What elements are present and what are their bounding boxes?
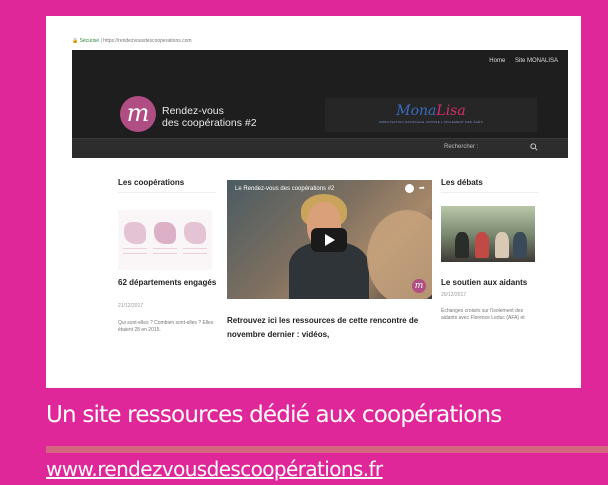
map-caption: [153, 248, 177, 254]
site-logo[interactable]: m: [120, 96, 156, 132]
site-header: Home Site MONALISA m Rendez-vous des coo…: [72, 50, 568, 158]
debate-photo[interactable]: [441, 206, 535, 262]
browser-url-bar[interactable]: 🔒 Sécurisé | https://rendezvousdescooper…: [72, 38, 192, 44]
person-figure: [475, 232, 489, 258]
person-figure: [455, 232, 469, 258]
section-heading-debats: Les débats: [441, 178, 483, 187]
map-caption: [183, 248, 207, 254]
search-icon[interactable]: [530, 143, 538, 151]
divider: [118, 192, 216, 193]
map-thumbnail: [124, 222, 146, 244]
video-title[interactable]: Le Rendez-vous des coopérations #2: [235, 186, 334, 192]
card-excerpt: Échanges croisés sur l'isolement des aid…: [441, 308, 525, 321]
card-date: 20/12/2017: [441, 292, 467, 298]
search-bar: Rechercher :: [72, 138, 568, 158]
divider: [441, 192, 539, 193]
intro-text: Retrouvez ici les ressources de cette re…: [227, 316, 419, 339]
headline: Un site ressources dédié aux coopération…: [46, 402, 502, 428]
person-figure: [495, 232, 509, 258]
card-title-departements[interactable]: 62 départements engagés: [118, 277, 218, 288]
share-icon[interactable]: ➦: [419, 185, 425, 192]
logo-watermark: m: [412, 279, 426, 293]
site-title-line2: des coopérations #2: [162, 117, 257, 129]
card-excerpt: Qui sont-elles ? Combien sont-elles ? El…: [118, 320, 214, 333]
search-label[interactable]: Rechercher :: [444, 144, 478, 150]
divider-bar: [46, 446, 608, 453]
section-heading-cooperations: Les coopérations: [118, 178, 185, 187]
top-nav: Home Site MONALISA: [481, 58, 558, 64]
video-player[interactable]: Le Rendez-vous des coopérations #2 ➦ m: [227, 180, 432, 299]
card-date: 21/12/2017: [118, 303, 144, 309]
cooperation-maps-image[interactable]: [118, 210, 212, 270]
map-thumbnail: [154, 222, 176, 244]
url-text[interactable]: https://rendezvousdescooperations.com: [103, 38, 191, 44]
site-title[interactable]: Rendez-vous des coopérations #2: [162, 105, 257, 129]
card-title-aidants[interactable]: Le soutien aux aidants: [441, 277, 539, 288]
map-caption: [123, 248, 147, 254]
partner-tagline: MOBILISATION NATIONALE CONTRE L'ISOLEMEN…: [379, 120, 483, 124]
partner-logo-text-a: Mona: [396, 103, 437, 119]
secure-label: Sécurisé: [79, 38, 100, 44]
play-icon[interactable]: [311, 228, 347, 252]
partner-logo-text-b: Lisa: [436, 103, 466, 119]
nav-link-home[interactable]: Home: [489, 58, 505, 64]
site-link[interactable]: www.rendezvousdescoopérations.fr: [46, 457, 383, 481]
person-figure: [513, 232, 527, 258]
map-thumbnail: [184, 222, 206, 244]
watch-later-icon[interactable]: [405, 184, 414, 193]
partner-logo-monalisa[interactable]: MonaLisa MOBILISATION NATIONALE CONTRE L…: [325, 98, 537, 132]
secure-lock-icon: 🔒: [72, 38, 80, 44]
site-title-line1: Rendez-vous: [162, 105, 224, 117]
nav-link-monalisa[interactable]: Site MONALISA: [515, 58, 558, 64]
